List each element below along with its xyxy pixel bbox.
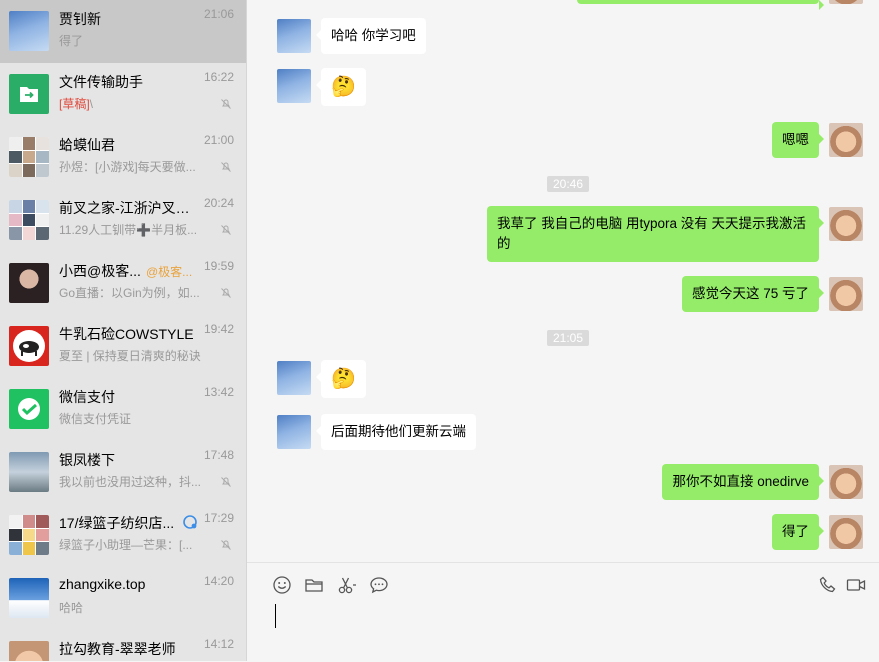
message-bubble-partial [577, 0, 824, 10]
conversation-time: 14:12 [203, 637, 234, 651]
message-bubble-received: 后面期待他们更新云端 [316, 414, 476, 450]
contact-avatar[interactable] [277, 69, 311, 103]
group-avatar [9, 515, 49, 555]
message-bubble-sent: 我草了 我自己的电脑 用typora 没有 天天提示我激活的 [487, 206, 824, 262]
conversation-time: 17:29 [203, 511, 234, 525]
conversation-name: 牛乳石硷COWSTYLE [59, 326, 194, 342]
my-avatar[interactable] [829, 0, 863, 4]
conversation-time: 17:48 [203, 448, 234, 462]
conversation-name: 17/绿篮子纺织店... [59, 515, 175, 531]
conversation-item[interactable]: 牛乳石硷COWSTYLE 19:42 夏至 | 保持夏日清爽的秘诀 [0, 315, 246, 378]
mention-tag: @极客... [146, 265, 193, 279]
conversation-time: 13:42 [203, 385, 234, 399]
conversation-item[interactable]: 前叉之家-江浙沪叉友... 20:24 11.29人工钏带➕半月板... [0, 189, 246, 252]
wechat-pay-icon [18, 398, 40, 420]
mute-icon [221, 288, 231, 298]
message-area: 哈哈 你学习吧 🤔 嗯嗯 20:46 我草了 我自己的电脑 用typora 没有… [247, 0, 879, 562]
conversation-time: 16:22 [203, 70, 234, 84]
conversation-item[interactable]: 微信支付 13:42 微信支付凭证 [0, 378, 246, 441]
contact-avatar[interactable] [277, 415, 311, 449]
avatar [9, 641, 49, 661]
conversation-list: 贾钊新 21:06 得了 文件传输助手 16:22 [草稿]\ 蛤蟆仙君 21:… [0, 0, 247, 661]
draft-tag: [草稿] [59, 97, 90, 111]
conversation-preview: 夏至 | 保持夏日清爽的秘诀 [59, 349, 201, 363]
conversation-preview: 11.29人工钏带➕半月板... [59, 223, 198, 237]
message-bubble-sent: 感觉今天这 75 亏了 [681, 276, 825, 312]
chat-history-icon[interactable] [369, 575, 389, 595]
conversation-item[interactable]: 文件传输助手 16:22 [草稿]\ [0, 63, 246, 126]
my-avatar[interactable] [829, 277, 863, 311]
time-divider: 20:46 [547, 176, 590, 192]
conversation-preview: 哈哈 [59, 601, 84, 615]
conversation-preview: 孙煜：[小游戏]每天要做... [59, 160, 196, 174]
conversation-preview: [草稿]\ [59, 95, 93, 112]
file-transfer-icon [20, 87, 38, 102]
conversation-item[interactable]: 小西@极客... @极客... 19:59 Go直播：以Gin为例，如... [0, 252, 246, 315]
conversation-name: 银凤楼下 [59, 452, 115, 468]
conversation-name: 小西@极客... [59, 263, 141, 279]
message-bubble-received: 哈哈 你学习吧 [316, 18, 426, 54]
my-avatar[interactable] [829, 515, 863, 549]
mute-icon [221, 99, 231, 109]
conversation-item[interactable]: 拉勾教育-翠翠老师 14:12 [0, 630, 246, 661]
avatar [9, 452, 49, 492]
conversation-preview: 我以前也没用过这种，抖... [59, 475, 202, 489]
conversation-name: 蛤蟆仙君 [59, 137, 115, 153]
video-icon[interactable] [846, 575, 866, 595]
conversation-time: 14:20 [203, 574, 234, 588]
avatar [9, 74, 49, 114]
conversation-preview: 绿篮子小助理—芒果：[... [59, 538, 193, 552]
conversation-item[interactable]: 银凤楼下 17:48 我以前也没用过这种，抖... [0, 441, 246, 504]
scissors-icon[interactable] [337, 575, 357, 595]
conversation-name: 拉勾教育-翠翠老师 [59, 641, 176, 657]
mute-icon [221, 477, 231, 487]
my-avatar[interactable] [829, 207, 863, 241]
my-avatar[interactable] [829, 123, 863, 157]
message-bubble-received: 🤔 [316, 360, 366, 398]
draft-text: \ [89, 97, 94, 111]
conversation-preview: 微信支付凭证 [59, 412, 132, 426]
conversation-preview: Go直播：以Gin为例，如... [59, 286, 200, 300]
emoji-icon[interactable] [272, 575, 292, 595]
message-bubble-sent: 得了 [772, 514, 824, 550]
avatar [9, 11, 49, 51]
message-bubble-sent: 那你不如直接 onedirve [662, 464, 824, 500]
mute-icon [221, 162, 231, 172]
cow-logo-icon [13, 330, 45, 362]
my-avatar[interactable] [829, 465, 863, 499]
avatar [9, 389, 49, 429]
avatar [9, 263, 49, 303]
text-cursor [275, 604, 276, 628]
mute-icon [221, 225, 231, 235]
avatar [9, 578, 49, 618]
contact-avatar[interactable] [277, 361, 311, 395]
conversation-item[interactable]: 17/绿篮子纺织店... 17:29 绿篮子小助理—芒果：[... [0, 504, 246, 567]
conversation-time: 21:06 [203, 7, 234, 21]
conversation-time: 20:24 [203, 196, 234, 210]
conversation-time: 19:59 [203, 259, 234, 273]
group-avatar [9, 200, 49, 240]
mini-program-icon [183, 515, 197, 529]
conversation-time: 21:00 [203, 133, 234, 147]
group-avatar [9, 137, 49, 177]
folder-icon[interactable] [304, 575, 324, 595]
conversation-name: 微信支付 [59, 389, 115, 405]
conversation-name: 前叉之家-江浙沪叉友... [59, 200, 201, 216]
conversation-name: zhangxike.top [59, 576, 146, 592]
conversation-time: 19:42 [203, 322, 234, 336]
phone-icon[interactable] [818, 575, 838, 595]
conversation-name: 贾钊新 [59, 11, 101, 27]
message-composer[interactable] [247, 562, 879, 662]
mute-icon [221, 540, 231, 550]
avatar [9, 326, 49, 366]
conversation-item[interactable]: zhangxike.top 14:20 哈哈 [0, 567, 246, 630]
conversation-item[interactable]: 贾钊新 21:06 得了 [0, 0, 246, 63]
conversation-preview: 得了 [59, 34, 84, 48]
time-divider: 21:05 [547, 330, 590, 346]
conversation-item[interactable]: 蛤蟆仙君 21:00 孙煜：[小游戏]每天要做... [0, 126, 246, 189]
contact-avatar[interactable] [277, 19, 311, 53]
conversation-name: 文件传输助手 [59, 74, 143, 90]
message-bubble-received: 🤔 [316, 68, 366, 106]
message-bubble-sent: 嗯嗯 [772, 122, 824, 158]
